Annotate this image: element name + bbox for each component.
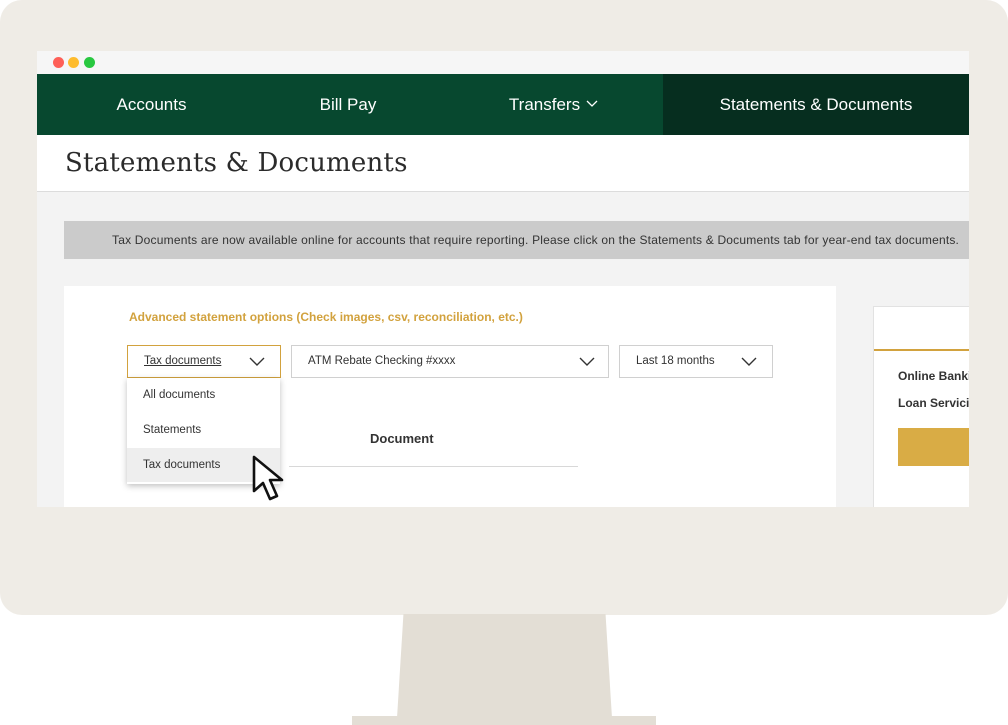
side-panel: Online Banki Loan Servici xyxy=(873,306,969,507)
side-panel-divider xyxy=(874,349,969,351)
monitor-stand-base xyxy=(352,716,656,725)
page-title: Statements & Documents xyxy=(65,148,408,178)
document-type-select[interactable]: Tax documents xyxy=(127,345,281,378)
chevron-down-icon xyxy=(586,97,598,111)
page-header: Statements & Documents xyxy=(37,135,969,192)
monitor-stand xyxy=(397,614,612,718)
chevron-down-icon xyxy=(741,355,757,367)
page-content: Tax Documents are now available online f… xyxy=(37,192,969,507)
nav-statements-documents[interactable]: Statements & Documents xyxy=(663,74,969,135)
chevron-down-icon xyxy=(249,355,265,367)
mouse-pointer-icon xyxy=(251,455,295,507)
account-value: ATM Rebate Checking #xxxx xyxy=(308,355,456,367)
side-link-online-banking[interactable]: Online Banki xyxy=(898,369,969,383)
minimize-window-button[interactable] xyxy=(68,57,79,68)
statements-card: Advanced statement options (Check images… xyxy=(64,286,836,507)
info-banner-text: Tax Documents are now available online f… xyxy=(112,233,960,247)
browser-window: Accounts Bill Pay Transfers Statements &… xyxy=(37,51,969,507)
document-type-value: Tax documents xyxy=(144,355,222,367)
nav-accounts[interactable]: Accounts xyxy=(37,74,266,135)
nav-bill-pay-label: Bill Pay xyxy=(319,94,377,114)
table-divider xyxy=(289,466,578,467)
chevron-down-icon xyxy=(579,355,595,367)
side-panel-button[interactable] xyxy=(898,428,969,466)
dropdown-option-all-documents[interactable]: All documents xyxy=(127,378,280,412)
maximize-window-button[interactable] xyxy=(84,57,95,68)
window-titlebar xyxy=(37,51,969,74)
advanced-statement-options-link[interactable]: Advanced statement options (Check images… xyxy=(129,310,523,324)
table-header-document: Document xyxy=(370,431,434,446)
nav-bill-pay[interactable]: Bill Pay xyxy=(266,74,430,135)
dropdown-option-statements[interactable]: Statements xyxy=(127,413,280,447)
info-banner: Tax Documents are now available online f… xyxy=(64,221,969,259)
period-select[interactable]: Last 18 months xyxy=(619,345,773,378)
period-value: Last 18 months xyxy=(636,355,715,367)
account-select[interactable]: ATM Rebate Checking #xxxx xyxy=(291,345,609,378)
main-nav: Accounts Bill Pay Transfers Statements &… xyxy=(37,74,969,135)
side-link-loan-servicing[interactable]: Loan Servici xyxy=(898,396,969,410)
nav-statements-label: Statements & Documents xyxy=(719,94,913,114)
nav-transfers-label: Transfers xyxy=(508,94,581,114)
close-window-button[interactable] xyxy=(53,57,64,68)
nav-accounts-label: Accounts xyxy=(116,94,187,114)
nav-transfers[interactable]: Transfers xyxy=(430,74,677,135)
